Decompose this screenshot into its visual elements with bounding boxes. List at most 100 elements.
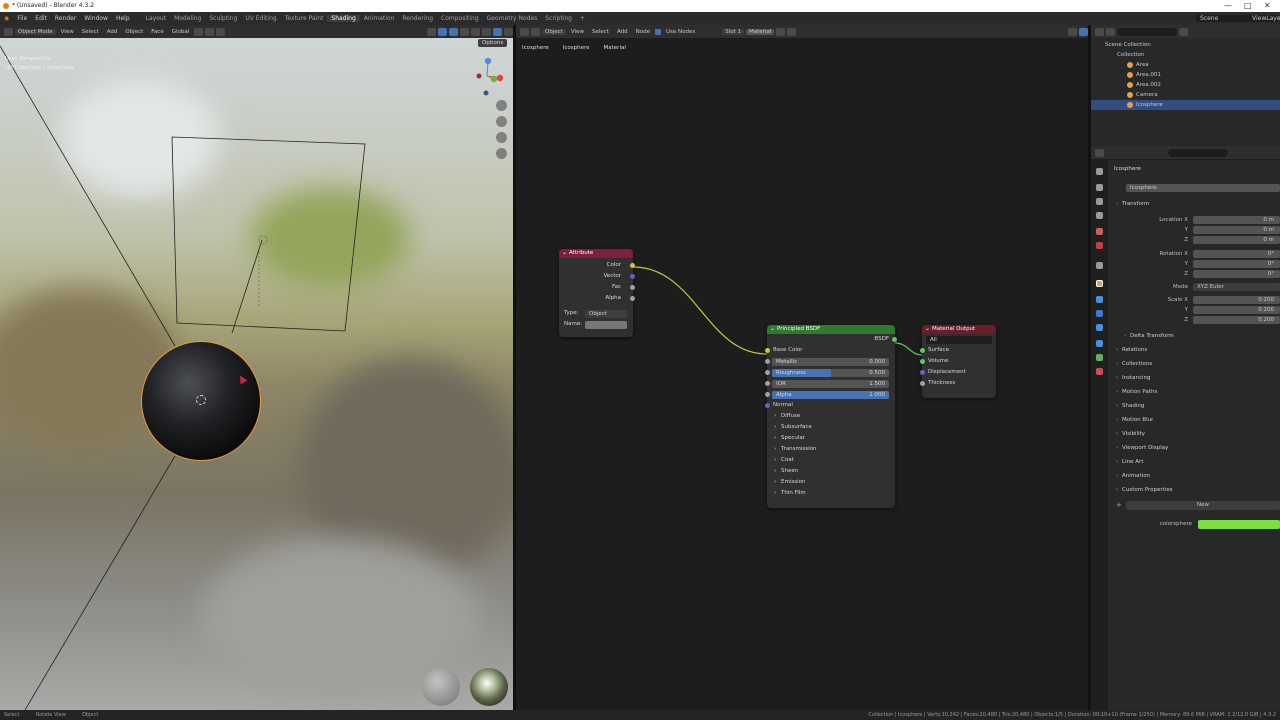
alpha-socket[interactable] <box>630 296 635 301</box>
shading-material-icon[interactable] <box>493 27 502 36</box>
shading-rendered-icon[interactable] <box>504 27 513 36</box>
filter-icon[interactable] <box>1179 27 1188 36</box>
overlay-icon[interactable] <box>449 27 458 36</box>
material-output-title[interactable]: Material Output <box>922 324 996 334</box>
tab-modeling[interactable]: Modeling <box>170 15 205 22</box>
slot-selector[interactable]: Slot 1 <box>722 28 745 35</box>
node-snap-icon[interactable] <box>1079 27 1088 36</box>
bsdf-subpanel[interactable]: › Sheen <box>767 466 895 477</box>
tab-texture-paint[interactable]: Texture Paint <box>281 15 328 22</box>
transform-orientation[interactable]: Global <box>169 29 193 35</box>
3d-viewport[interactable]: User Perspective (1) Collection | Icosph… <box>0 38 513 710</box>
attribute-node[interactable]: Attribute Color Vector Fac Alpha Type: O… <box>559 248 635 337</box>
bsdf-subpanel[interactable]: › Diffuse <box>767 411 895 422</box>
tool-tab-icon[interactable] <box>1096 168 1103 175</box>
attribute-node-title[interactable]: Attribute <box>559 248 633 258</box>
outliner-item[interactable]: Area.002 <box>1091 80 1280 90</box>
bsdf-subpanel[interactable]: › Transmission <box>767 444 895 455</box>
output-target-dropdown[interactable]: All <box>926 335 992 344</box>
tab-animation[interactable]: Animation <box>360 15 399 22</box>
bsdf-field-socket[interactable] <box>765 392 770 397</box>
properties-subpanel[interactable]: Motion Blur <box>1112 415 1280 426</box>
rotation-z-field[interactable]: 0° <box>1193 270 1280 278</box>
outliner-item[interactable]: Area.001 <box>1091 70 1280 80</box>
xray-icon[interactable] <box>460 27 469 36</box>
shader-type-selector[interactable]: Object <box>542 28 566 35</box>
bsdf-subpanel[interactable]: › Subsurface <box>767 422 895 433</box>
bsdf-node-title[interactable]: Principled BSDF <box>767 324 895 334</box>
blender-menu-icon[interactable]: ◉ <box>0 15 13 22</box>
bsdf-field-slider[interactable]: Alpha 1.000 <box>772 390 889 399</box>
tab-uv-editing[interactable]: UV Editing <box>241 15 280 22</box>
node-menu-view[interactable]: View <box>568 29 587 35</box>
properties-subpanel[interactable]: Visibility <box>1112 429 1280 440</box>
bsdf-subpanel[interactable]: › Coat <box>767 455 895 466</box>
rotation-y-field[interactable]: 0° <box>1193 260 1280 268</box>
tab-geometry-nodes[interactable]: Geometry Nodes <box>483 15 542 22</box>
tab-rendering[interactable]: Rendering <box>398 15 437 22</box>
bsdf-field-socket[interactable] <box>765 381 770 386</box>
new-custom-property-button[interactable]: New <box>1126 501 1280 510</box>
tab-sculpting[interactable]: Sculpting <box>205 15 241 22</box>
outliner-item[interactable]: Camera <box>1091 90 1280 100</box>
custom-properties-panel[interactable]: Custom Properties <box>1112 485 1280 496</box>
menu-help[interactable]: Help <box>112 15 134 22</box>
properties-subpanel[interactable]: Viewport Display <box>1112 443 1280 454</box>
bsdf-subpanel[interactable]: › Specular <box>767 433 895 444</box>
properties-subpanel[interactable]: Line Art <box>1112 457 1280 468</box>
bsdf-subpanel[interactable]: › Thin Film <box>767 488 895 499</box>
color-socket[interactable] <box>630 263 635 268</box>
zoom-icon[interactable] <box>496 100 507 111</box>
fac-socket[interactable] <box>630 285 635 290</box>
scene-selector[interactable]: Scene <box>1196 15 1248 22</box>
snap-icon[interactable] <box>205 27 215 36</box>
menu-window[interactable]: Window <box>80 15 112 22</box>
node-editor-type-button[interactable] <box>520 27 529 36</box>
material-tab-icon[interactable] <box>1096 368 1103 375</box>
viewport-menu-face[interactable]: Face <box>148 29 166 35</box>
scale-x-field[interactable]: 0.200 <box>1193 296 1280 304</box>
display-mode-icon[interactable] <box>1106 27 1115 36</box>
outliner-search-input[interactable] <box>1117 27 1177 36</box>
bsdf-field-socket[interactable] <box>765 359 770 364</box>
bsdf-subpanel[interactable]: › Emission <box>767 477 895 488</box>
outliner-collection[interactable]: Collection <box>1091 50 1280 60</box>
rotation-x-field[interactable]: 0° <box>1193 250 1280 258</box>
properties-subpanel[interactable]: Instancing <box>1112 373 1280 384</box>
normal-socket[interactable] <box>765 403 770 408</box>
properties-subpanel[interactable]: Collections <box>1112 359 1280 370</box>
close-button[interactable]: ✕ <box>1264 0 1271 12</box>
bsdf-field-socket[interactable] <box>765 370 770 375</box>
node-menu-node[interactable]: Node <box>633 29 653 35</box>
displacement-socket[interactable] <box>920 370 925 375</box>
principled-bsdf-node[interactable]: Principled BSDF BSDF Base Color Metallic… <box>765 324 897 508</box>
menu-file[interactable]: File <box>13 15 31 22</box>
bsdf-output-socket[interactable] <box>892 337 897 342</box>
properties-subpanel[interactable]: Relations <box>1112 345 1280 356</box>
bsdf-field-slider[interactable]: Metallic 0.000 <box>772 357 889 366</box>
custom-prop-color-swatch[interactable] <box>1198 520 1280 529</box>
physics-tab-icon[interactable] <box>1096 324 1103 331</box>
object-name-field[interactable]: Icosphere <box>1126 184 1280 192</box>
constraints-tab-icon[interactable] <box>1096 340 1103 347</box>
outliner-item[interactable]: Area <box>1091 60 1280 70</box>
scale-y-field[interactable]: 0.200 <box>1193 306 1280 314</box>
surface-socket[interactable] <box>920 348 925 353</box>
node-editor[interactable]: Icosphere Icosphere Material Attribute C… <box>516 38 1088 710</box>
fake-user-icon[interactable] <box>776 27 786 36</box>
outliner-scene-collection[interactable]: Scene Collection <box>1091 40 1280 50</box>
outliner-item[interactable]: Icosphere <box>1091 100 1280 110</box>
node-menu-add[interactable]: Add <box>614 29 631 35</box>
tab-layout[interactable]: Layout <box>142 15 170 22</box>
add-icon[interactable]: + <box>1116 501 1122 509</box>
scene-tab-icon[interactable] <box>1096 228 1103 235</box>
delta-transform-panel[interactable]: Delta Transform <box>1120 331 1280 342</box>
scale-z-field[interactable]: 0.200 <box>1193 316 1280 324</box>
mode-selector[interactable]: Object Mode <box>15 28 56 35</box>
tab-scripting[interactable]: Scripting <box>541 15 576 22</box>
maximize-button[interactable]: □ <box>1244 0 1252 12</box>
bsdf-field-slider[interactable]: IOR 1.500 <box>772 379 889 388</box>
properties-type-button[interactable] <box>1095 148 1104 157</box>
node-menu-select[interactable]: Select <box>589 29 612 35</box>
gizmo-icon[interactable] <box>438 27 447 36</box>
